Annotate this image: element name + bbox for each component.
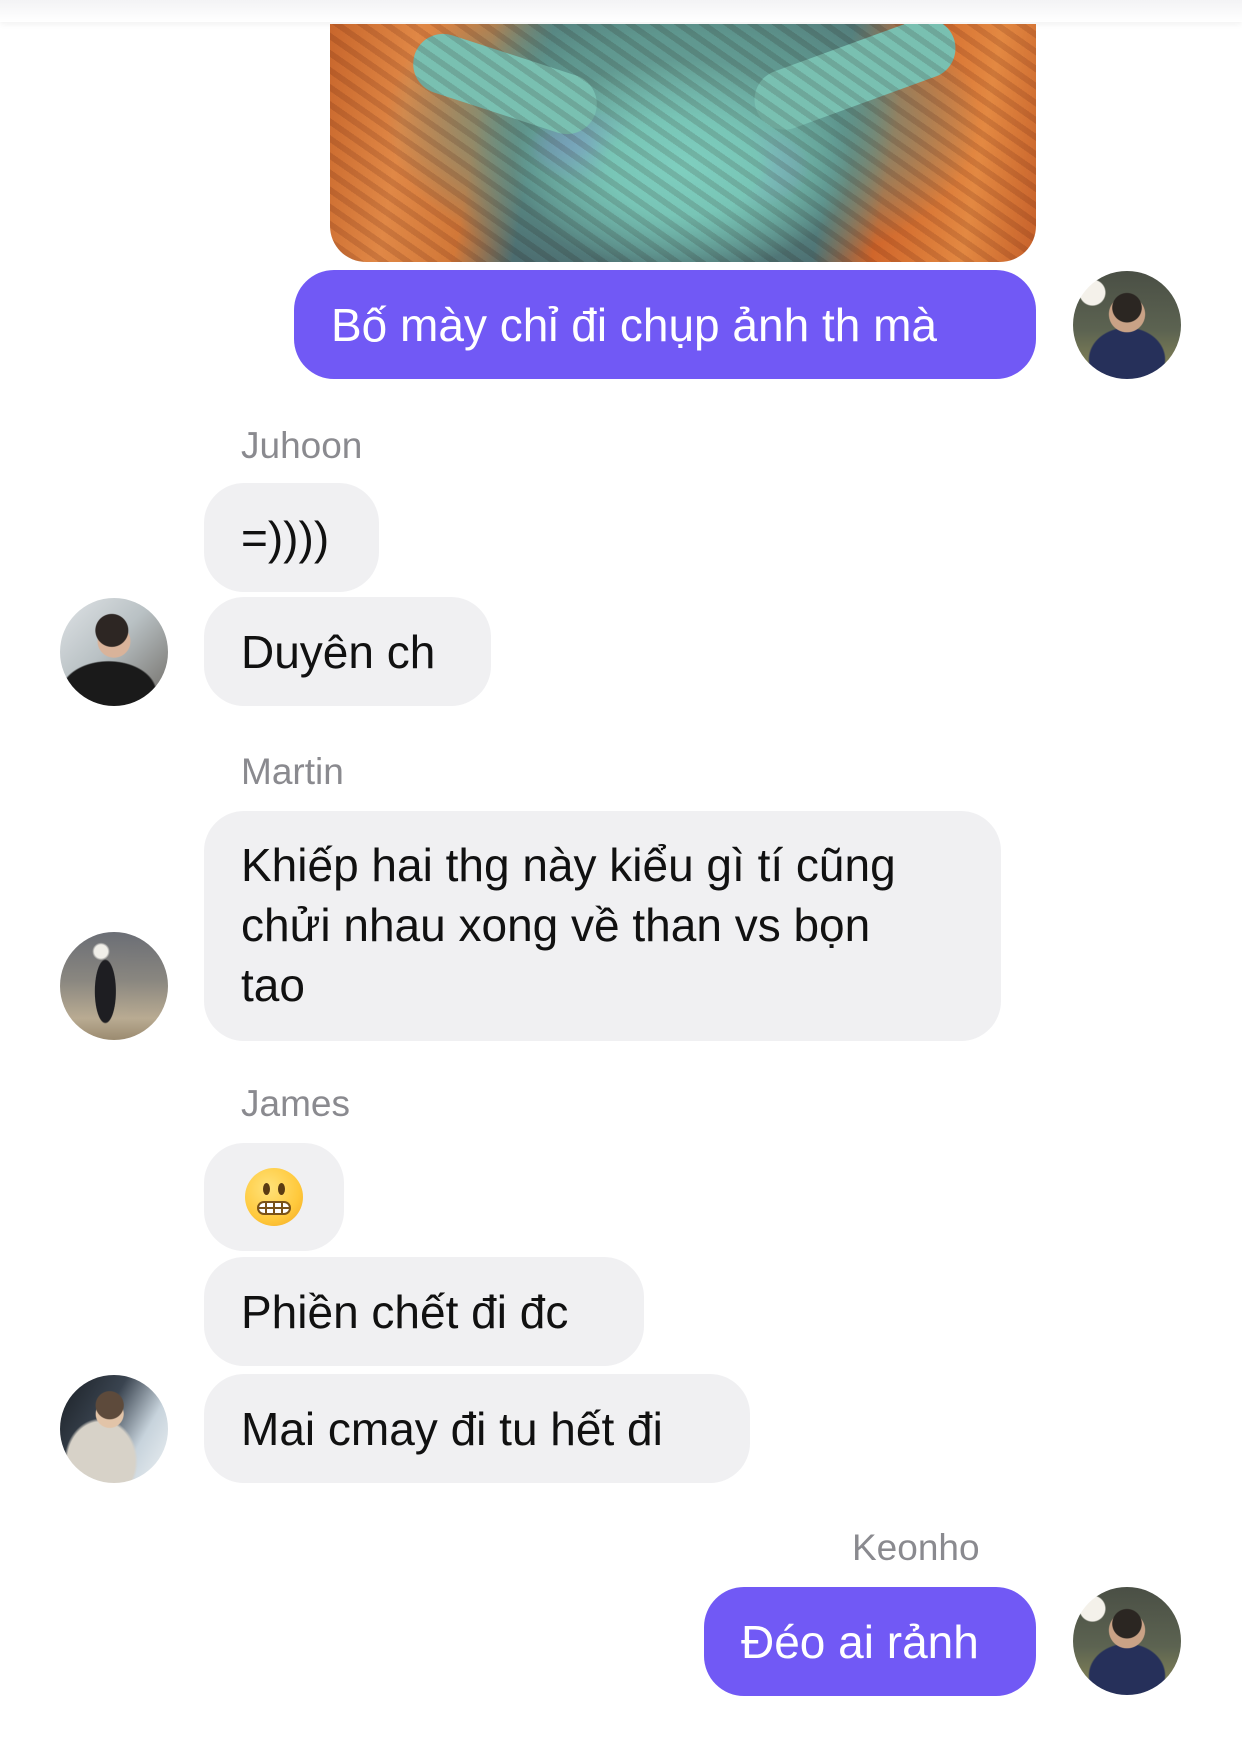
- message-text: Duyên ch: [241, 625, 436, 678]
- incoming-message[interactable]: Khiếp hai thg này kiểu gì tí cũng chửi n…: [204, 811, 1001, 1041]
- message-text-line: chửi nhau xong về than vs bọn: [241, 899, 871, 951]
- avatar[interactable]: [60, 932, 168, 1040]
- sender-name: Juhoon: [241, 425, 363, 466]
- avatar[interactable]: [1073, 1587, 1181, 1695]
- incoming-message[interactable]: Duyên ch: [204, 597, 491, 706]
- avatar[interactable]: [1073, 271, 1181, 379]
- incoming-message[interactable]: Phiền chết đi đc: [204, 1257, 644, 1366]
- shared-photo[interactable]: [330, 24, 1036, 262]
- outgoing-message[interactable]: Đéo ai rảnh: [704, 1587, 1036, 1696]
- photo-texture: [330, 24, 1036, 262]
- message-text: =)))): [241, 511, 330, 564]
- incoming-message[interactable]: Mai cmay đi tu hết đi: [204, 1374, 750, 1483]
- sender-name: Martin: [241, 751, 344, 792]
- sender-name: James: [241, 1083, 350, 1124]
- avatar[interactable]: [60, 1375, 168, 1483]
- top-bar-shadow: [0, 0, 1242, 22]
- outgoing-message[interactable]: Bố mày chỉ đi chụp ảnh th mà: [294, 270, 1036, 379]
- grimacing-face-icon: [245, 1168, 303, 1226]
- incoming-message[interactable]: [204, 1143, 344, 1251]
- message-text: Đéo ai rảnh: [741, 1615, 979, 1668]
- avatar[interactable]: [60, 598, 168, 706]
- message-text: Mai cmay đi tu hết đi: [241, 1402, 663, 1455]
- message-text: Bố mày chỉ đi chụp ảnh th mà: [331, 298, 937, 351]
- incoming-message[interactable]: =)))): [204, 483, 379, 592]
- message-text-line: Khiếp hai thg này kiểu gì tí cũng: [241, 839, 896, 891]
- message-text: Phiền chết đi đc: [241, 1285, 569, 1338]
- sender-name: Keonho: [852, 1527, 980, 1568]
- message-text-line: tao: [241, 959, 305, 1011]
